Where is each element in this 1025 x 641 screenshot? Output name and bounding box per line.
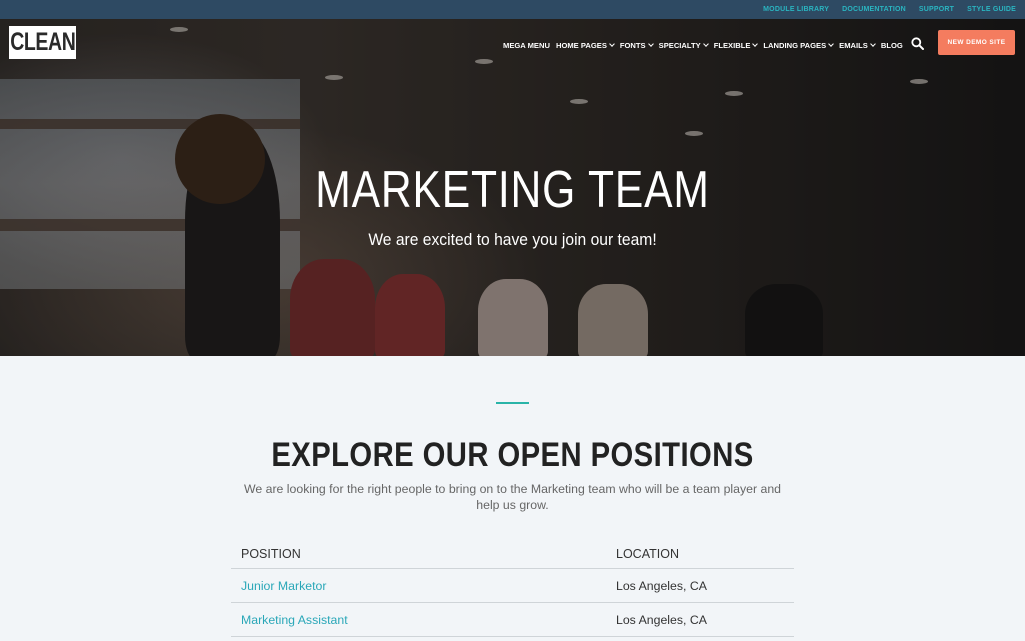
position-cell: Marketing Assistant <box>231 611 616 629</box>
nav-item-home-pages[interactable]: HOME PAGES <box>555 40 615 50</box>
utility-bar: MODULE LIBRARY DOCUMENTATION SUPPORT STY… <box>0 0 1025 19</box>
documentation-link[interactable]: DOCUMENTATION <box>842 6 906 13</box>
site-logo[interactable]: CLEAN <box>9 26 76 59</box>
location-cell: Los Angeles, CA <box>616 577 794 595</box>
new-demo-site-button[interactable]: NEW DEMO SITE <box>938 30 1015 55</box>
position-link[interactable]: Marketing Assistant <box>241 613 348 627</box>
nav-item-mega-menu[interactable]: MEGA MENU <box>503 41 550 50</box>
header-cell: LOCATION <box>616 545 794 563</box>
support-link[interactable]: SUPPORT <box>919 6 954 13</box>
nav-label: LANDING PAGES <box>763 40 827 50</box>
position-cell: Junior Marketor <box>231 577 616 595</box>
chevron-down-icon <box>609 40 615 47</box>
location-text: Los Angeles, CA <box>616 578 707 593</box>
nav-label: SPECIALTY <box>658 40 701 50</box>
column-header-position: POSITION <box>241 547 301 561</box>
nav-label: FONTS <box>619 40 646 50</box>
chevron-down-icon <box>647 40 654 47</box>
column-header-location: LOCATION <box>616 547 679 561</box>
nav-item-blog[interactable]: BLOG <box>881 41 903 50</box>
main-nav: MEGA MENU HOME PAGES FONTS SPECIALTY FLE… <box>503 38 909 52</box>
logo-text: CLEAN <box>9 28 76 56</box>
section-title: EXPLORE OUR OPEN POSITIONS <box>271 436 754 474</box>
header-cell: POSITION <box>231 545 616 563</box>
location-cell: Los Angeles, CA <box>616 611 794 629</box>
hero-title: MARKETING TEAM <box>315 161 710 219</box>
chevron-down-icon <box>752 40 759 47</box>
nav-label: BLOG <box>880 40 903 50</box>
nav-item-emails[interactable]: EMAILS <box>839 40 876 50</box>
nav-item-fonts[interactable]: FONTS <box>619 40 654 50</box>
chevron-down-icon <box>870 40 876 47</box>
nav-item-landing-pages[interactable]: LANDING PAGES <box>763 40 834 50</box>
module-library-link[interactable]: MODULE LIBRARY <box>763 6 829 13</box>
chevron-down-icon <box>828 40 834 47</box>
nav-item-specialty[interactable]: SPECIALTY <box>658 40 709 50</box>
nav-item-flexible[interactable]: FLEXIBLE <box>713 40 759 50</box>
positions-table: POSITION LOCATION Junior Marketor Los An… <box>231 540 794 637</box>
nav-label: EMAILS <box>839 40 868 50</box>
style-guide-link[interactable]: STYLE GUIDE <box>967 6 1016 13</box>
table-row: Marketing Assistant Los Angeles, CA <box>231 603 794 637</box>
utility-links: MODULE LIBRARY DOCUMENTATION SUPPORT STY… <box>750 0 1016 19</box>
nav-label: HOME PAGES <box>555 40 607 50</box>
chevron-down-icon <box>702 40 709 47</box>
position-link[interactable]: Junior Marketor <box>241 579 326 593</box>
section-description: We are looking for the right people to b… <box>243 482 782 512</box>
nav-label: FLEXIBLE <box>713 40 751 50</box>
table-row: Junior Marketor Los Angeles, CA <box>231 569 794 603</box>
section-divider <box>496 402 529 404</box>
nav-label: MEGA MENU <box>503 40 550 50</box>
location-text: Los Angeles, CA <box>616 612 707 627</box>
search-icon[interactable] <box>911 37 924 50</box>
hero-subtitle: We are excited to have you join our team… <box>368 230 657 249</box>
table-header: POSITION LOCATION <box>231 540 794 569</box>
